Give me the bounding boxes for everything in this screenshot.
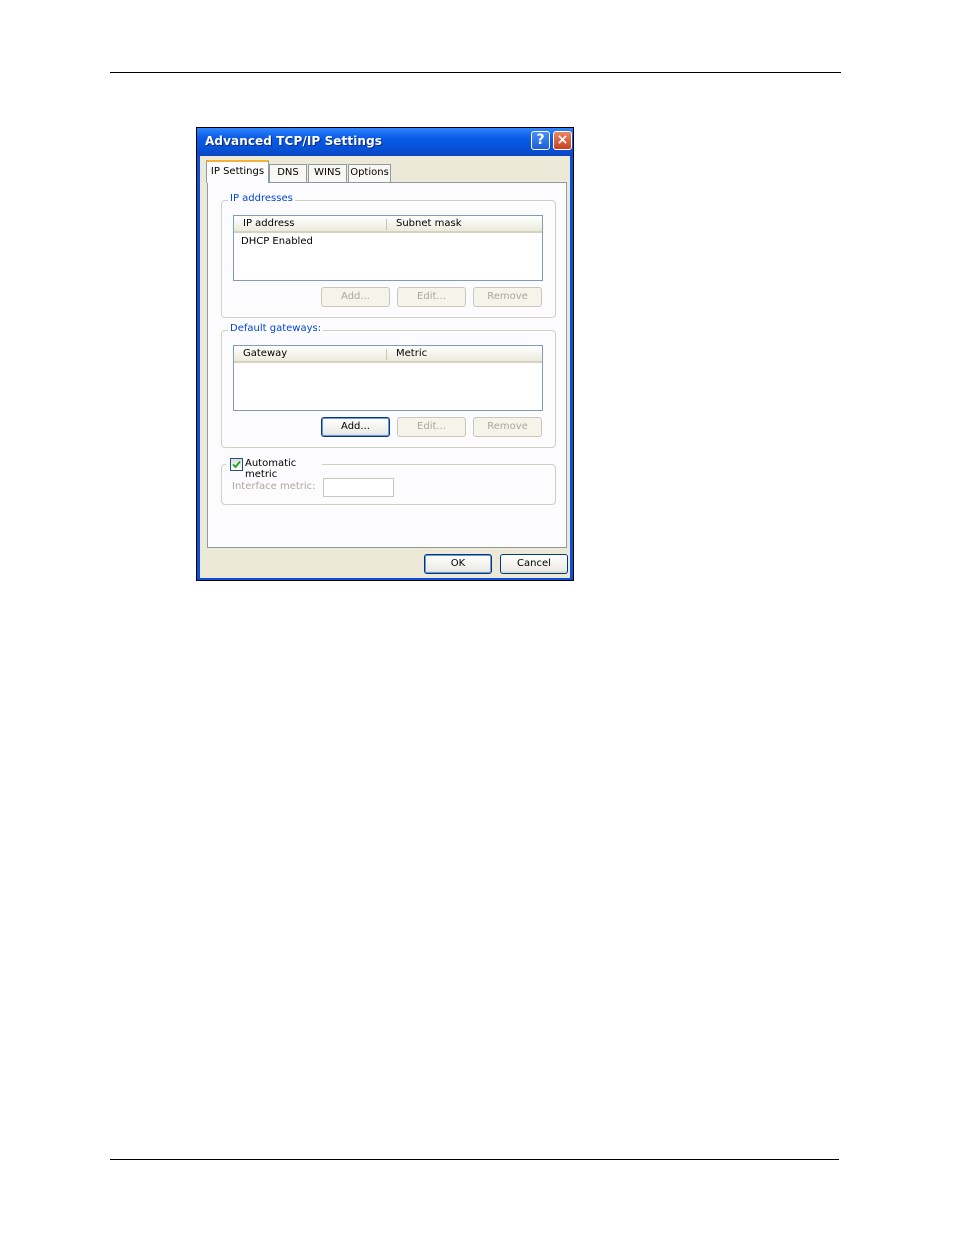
remove-ip-button[interactable]: Remove <box>473 287 542 307</box>
dialog-client: IP Settings DNS WINS Options IP addresse… <box>200 156 570 578</box>
column-divider[interactable] <box>386 219 387 230</box>
title-bar[interactable]: Advanced TCP/IP Settings ? × <box>197 128 573 156</box>
list-item[interactable]: DHCP Enabled <box>241 236 313 247</box>
ip-address-list[interactable]: IP address Subnet mask DHCP Enabled <box>233 215 543 281</box>
automatic-metric-label[interactable]: Automatic metric <box>245 458 322 480</box>
tab-options[interactable]: Options <box>348 164 391 182</box>
metric-legend: Automatic metric <box>226 457 322 480</box>
interface-metric-label: Interface metric: <box>232 481 316 492</box>
column-gateway[interactable]: Gateway <box>243 348 287 359</box>
checkmark-icon <box>232 460 241 469</box>
help-icon: ? <box>536 132 545 148</box>
close-button[interactable]: × <box>553 131 572 150</box>
page-footer-rule <box>110 1159 839 1160</box>
ip-settings-panel: IP addresses IP address Subnet mask DHCP… <box>207 182 567 548</box>
column-metric[interactable]: Metric <box>396 348 427 359</box>
column-ip-address[interactable]: IP address <box>243 218 294 229</box>
page-header-rule <box>110 72 841 73</box>
ip-addresses-legend: IP addresses <box>228 193 295 204</box>
tab-ip-settings[interactable]: IP Settings <box>206 160 269 183</box>
cancel-button[interactable]: Cancel <box>500 554 568 574</box>
ip-addresses-group: IP addresses IP address Subnet mask DHCP… <box>221 193 556 318</box>
tab-dns[interactable]: DNS <box>269 164 307 182</box>
tab-wins[interactable]: WINS <box>308 164 347 182</box>
help-button[interactable]: ? <box>531 131 550 150</box>
default-gateways-group: Default gateways: Gateway Metric Add... … <box>221 323 556 448</box>
advanced-tcpip-dialog: Advanced TCP/IP Settings ? × IP Settings… <box>196 127 574 581</box>
metric-group: Automatic metric Interface metric: <box>221 457 556 505</box>
remove-gateway-button[interactable]: Remove <box>473 417 542 437</box>
close-icon: × <box>556 132 569 148</box>
interface-metric-input[interactable] <box>323 478 394 497</box>
gateway-list[interactable]: Gateway Metric <box>233 345 543 411</box>
column-subnet-mask[interactable]: Subnet mask <box>396 218 462 229</box>
add-gateway-button[interactable]: Add... <box>321 417 390 437</box>
default-gateways-legend: Default gateways: <box>228 323 324 334</box>
list-header: IP address Subnet mask <box>234 216 542 233</box>
column-divider[interactable] <box>386 349 387 360</box>
add-ip-button[interactable]: Add... <box>321 287 390 307</box>
ok-button[interactable]: OK <box>424 554 492 574</box>
dialog-title: Advanced TCP/IP Settings <box>205 134 383 148</box>
edit-gateway-button[interactable]: Edit... <box>397 417 466 437</box>
edit-ip-button[interactable]: Edit... <box>397 287 466 307</box>
list-header: Gateway Metric <box>234 346 542 363</box>
automatic-metric-checkbox[interactable] <box>230 458 243 471</box>
